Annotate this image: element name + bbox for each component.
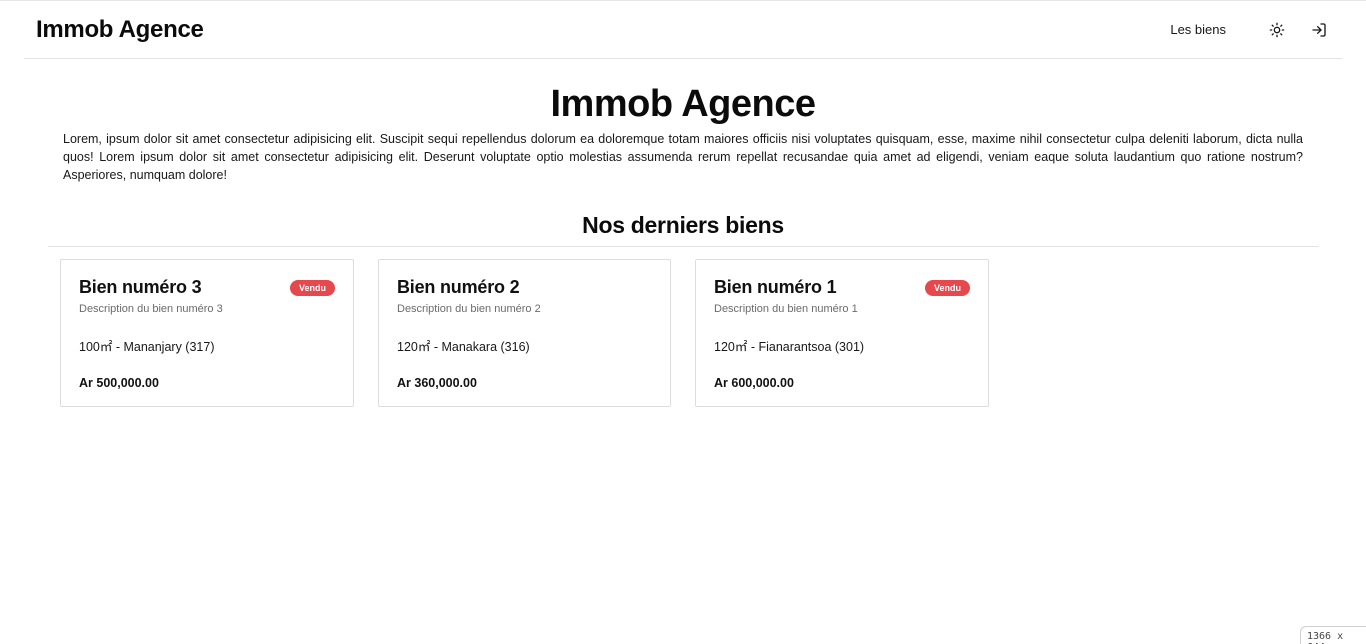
viewport-size-label: 1366 x 644 (1300, 626, 1366, 644)
card-header: Bien numéro 1 Vendu (714, 277, 970, 298)
nav-right: Les biens (1170, 19, 1330, 41)
card-meta: 120㎡ - Manakara (316) (397, 340, 530, 354)
section-divider (48, 246, 1319, 247)
navbar: Immob Agence Les biens (24, 1, 1342, 59)
property-card[interactable]: Bien numéro 2 Description du bien numéro… (378, 259, 671, 407)
intro-paragraph: Lorem, ipsum dolor sit amet consectetur … (63, 132, 1303, 182)
theme-toggle-button[interactable] (1266, 19, 1288, 41)
card-description: Description du bien numéro 3 (79, 303, 223, 315)
nav-link-les-biens[interactable]: Les biens (1170, 22, 1226, 37)
property-card[interactable]: Bien numéro 1 Vendu Description du bien … (695, 259, 989, 407)
card-title: Bien numéro 2 (397, 277, 520, 297)
sun-icon (1269, 22, 1285, 37)
status-badge: Vendu (289, 279, 335, 296)
card-description: Description du bien numéro 1 (714, 303, 858, 315)
login-icon (1312, 22, 1326, 37)
status-badge: Vendu (924, 279, 970, 296)
card-price: Ar 500,000.00 (79, 376, 159, 390)
card-header: Bien numéro 2 (397, 277, 652, 298)
property-card[interactable]: Bien numéro 3 Vendu Description du bien … (60, 259, 354, 407)
card-price: Ar 600,000.00 (714, 376, 794, 390)
card-header: Bien numéro 3 Vendu (79, 277, 335, 298)
card-title: Bien numéro 3 (79, 277, 202, 297)
card-description: Description du bien numéro 2 (397, 303, 541, 315)
brand-link[interactable]: Immob Agence (36, 16, 204, 44)
card-meta: 100㎡ - Mananjary (317) (79, 340, 215, 354)
card-price: Ar 360,000.00 (397, 376, 477, 390)
login-button[interactable] (1308, 19, 1330, 41)
section-title: Nos derniers biens (582, 212, 784, 238)
page-title: Immob Agence (550, 83, 816, 125)
card-title: Bien numéro 1 (714, 277, 837, 297)
card-meta: 120㎡ - Fianarantsoa (301) (714, 340, 865, 354)
property-list: Bien numéro 3 Vendu Description du bien … (60, 259, 1013, 407)
